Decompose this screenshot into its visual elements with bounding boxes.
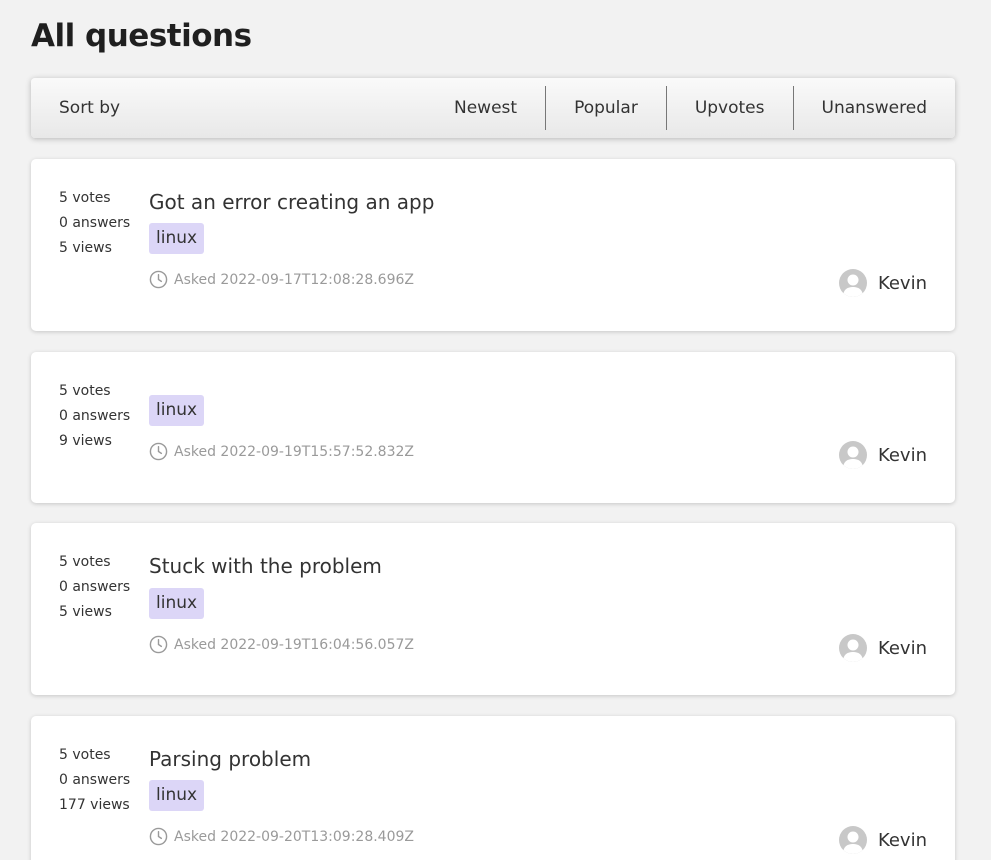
clock-icon — [149, 635, 168, 654]
answers-count: 0 answers — [59, 408, 131, 424]
views-count: 5 views — [59, 240, 112, 256]
question-title[interactable]: Parsing problem — [149, 747, 311, 771]
asked-text: Asked 2022-09-20T13:09:28.409Z — [174, 828, 414, 845]
answers-count: 0 answers — [59, 215, 131, 231]
asked-text: Asked 2022-09-19T15:57:52.832Z — [174, 443, 414, 460]
sort-by-label: Sort by — [59, 98, 121, 118]
question-author[interactable]: Kevin — [838, 269, 927, 297]
user-avatar-icon — [838, 826, 867, 854]
question-title[interactable]: Stuck with the problem — [149, 554, 382, 578]
clock-icon — [149, 270, 168, 289]
sort-upvotes-button[interactable]: Upvotes — [665, 86, 793, 130]
question-stats: 5 votes 0 answers 5 views — [59, 550, 130, 625]
author-name: Kevin — [877, 272, 927, 294]
question-card: 5 votes 0 answers 177 views Parsing prob… — [31, 716, 955, 860]
views-count: 9 views — [59, 433, 112, 449]
clock-icon — [149, 827, 168, 846]
votes-count: 5 votes — [59, 383, 111, 399]
views-count: 177 views — [59, 797, 130, 813]
question-stats: 5 votes 0 answers 9 views — [59, 379, 130, 454]
question-card: 5 votes 0 answers 5 views Stuck with the… — [31, 523, 955, 695]
question-stats: 5 votes 0 answers 177 views — [59, 743, 130, 818]
clock-icon — [149, 442, 168, 461]
asked-timestamp: Asked 2022-09-19T16:04:56.057Z — [149, 635, 414, 654]
question-author[interactable]: Kevin — [838, 826, 927, 854]
sort-options: Newest Popular Upvotes Unanswered — [426, 78, 955, 138]
author-name: Kevin — [877, 829, 927, 851]
asked-timestamp: Asked 2022-09-17T12:08:28.696Z — [149, 270, 414, 289]
user-avatar-icon — [838, 634, 867, 662]
page-title: All questions — [31, 18, 252, 54]
sort-popular-button[interactable]: Popular — [545, 86, 666, 130]
user-avatar-icon — [838, 269, 867, 297]
question-author[interactable]: Kevin — [838, 634, 927, 662]
tag-linux[interactable]: linux — [149, 223, 205, 254]
sort-unanswered-button[interactable]: Unanswered — [792, 86, 956, 130]
author-name: Kevin — [877, 444, 927, 466]
sort-bar: Sort by Newest Popular Upvotes Unanswere… — [31, 78, 955, 138]
answers-count: 0 answers — [59, 772, 131, 788]
views-count: 5 views — [59, 604, 112, 620]
question-stats: 5 votes 0 answers 5 views — [59, 186, 130, 261]
answers-count: 0 answers — [59, 579, 131, 595]
tag-linux[interactable]: linux — [149, 395, 205, 426]
tag-linux[interactable]: linux — [149, 588, 205, 619]
tag-linux[interactable]: linux — [149, 780, 205, 811]
asked-text: Asked 2022-09-19T16:04:56.057Z — [174, 636, 414, 653]
asked-timestamp: Asked 2022-09-20T13:09:28.409Z — [149, 827, 414, 846]
user-avatar-icon — [838, 441, 867, 469]
asked-text: Asked 2022-09-17T12:08:28.696Z — [174, 271, 414, 288]
question-title[interactable]: Got an error creating an app — [149, 190, 434, 214]
votes-count: 5 votes — [59, 190, 111, 206]
author-name: Kevin — [877, 637, 927, 659]
question-author[interactable]: Kevin — [838, 441, 927, 469]
votes-count: 5 votes — [59, 747, 111, 763]
question-card: 5 votes 0 answers 5 views Got an error c… — [31, 159, 955, 331]
votes-count: 5 votes — [59, 554, 111, 570]
asked-timestamp: Asked 2022-09-19T15:57:52.832Z — [149, 442, 414, 461]
question-card: 5 votes 0 answers 9 views linux Asked 20… — [31, 352, 955, 503]
sort-newest-button[interactable]: Newest — [426, 86, 545, 130]
